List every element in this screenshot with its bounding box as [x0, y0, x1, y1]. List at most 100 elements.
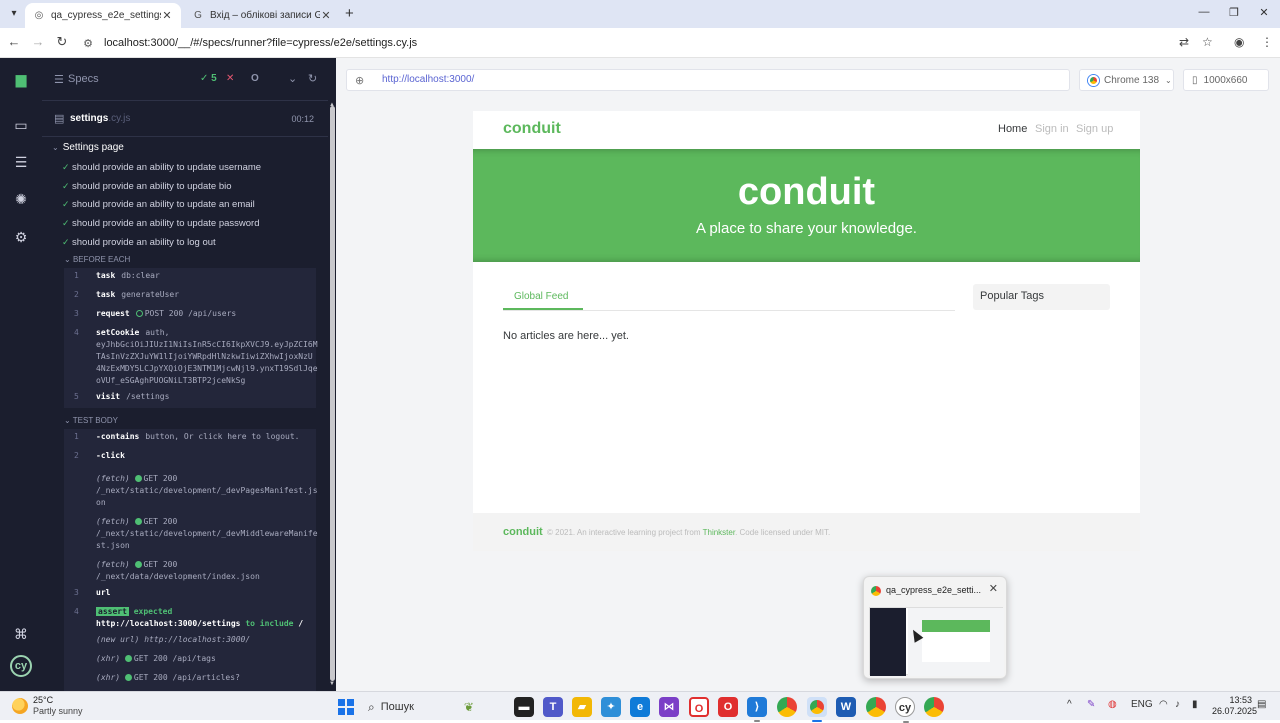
weather-description[interactable]: Partly sunny — [33, 706, 83, 716]
language-indicator[interactable]: ENG — [1131, 699, 1153, 710]
reload-icon[interactable]: ↻ — [54, 34, 70, 50]
command-row[interactable]: (xhr) GET 200 /api/articles? — [64, 672, 316, 691]
rerun-icon[interactable]: ↻ — [308, 72, 317, 85]
bookmark-star-icon[interactable]: ☆ — [1202, 35, 1213, 49]
debug-icon[interactable]: ✺ — [11, 189, 31, 209]
close-preview-icon[interactable]: ✕ — [989, 582, 998, 595]
target-icon[interactable]: ⊕ — [355, 74, 364, 87]
close-tab-icon[interactable]: ✕ — [320, 9, 332, 22]
restore-icon[interactable]: ❐ — [1226, 6, 1242, 19]
browser-tab-inactive[interactable]: G Вхід – облікові записи Google ✕ — [184, 3, 340, 28]
assert-row[interactable]: 4 assert expected http://localhost:3000/se… — [64, 604, 316, 634]
clock-date[interactable]: 26.07.2025 — [1212, 706, 1257, 716]
command-row[interactable]: 4 setCookie auth, eyJhbGciOiJIUzI1NiIsInR5c… — [64, 327, 318, 391]
address-bar[interactable]: ⚙ localhost:3000/__/#/specs/runner?file=… — [78, 31, 1228, 55]
footer-brand[interactable]: conduit — [503, 526, 543, 538]
notifications-icon[interactable]: ▤ — [1257, 699, 1266, 710]
site-info-icon[interactable]: ⚙ — [78, 37, 98, 50]
browser-tab-active[interactable]: ◎ qa_cypress_e2e_settings_pom_ ✕ — [25, 3, 181, 28]
address-url[interactable]: localhost:3000/__/#/specs/runner?file=cy… — [104, 37, 417, 49]
tray-overflow-icon[interactable]: ^ — [1067, 699, 1072, 710]
specs-list-icon[interactable]: ☰ — [11, 152, 31, 172]
command-row[interactable]: 1 task db:clear — [64, 270, 316, 289]
cypress-project-icon[interactable]: ▆ — [11, 69, 31, 89]
command-row[interactable]: (xhr) GET 200 /api/tags — [64, 653, 316, 672]
nav-sign-up[interactable]: Sign up — [1076, 123, 1113, 135]
thinkster-link[interactable]: Thinkster — [703, 528, 735, 537]
weather-sun-icon[interactable] — [12, 698, 28, 714]
test-body-label[interactable]: ⌄ TEST BODY — [64, 416, 118, 425]
close-tab-icon[interactable]: ✕ — [161, 9, 173, 22]
nav-sign-in[interactable]: Sign in — [1035, 123, 1069, 135]
vscode-app-icon[interactable]: ⟩ — [747, 697, 767, 722]
file-explorer-app-icon[interactable]: ▰ — [572, 697, 592, 717]
command-row[interactable]: (new url) http://localhost:3000/ — [64, 634, 316, 653]
forward-icon[interactable]: → — [30, 34, 46, 49]
opera-app-icon[interactable]: O — [689, 697, 709, 717]
aut-url[interactable]: http://localhost:3000/ — [382, 74, 474, 85]
test-item[interactable]: ✓ should provide an ability to update use… — [62, 158, 324, 177]
aut-url-bar[interactable]: ⊕ http://localhost:3000/ — [346, 69, 1070, 91]
command-row[interactable]: 2 task generateUser — [64, 289, 316, 308]
close-window-icon[interactable]: ✕ — [1256, 6, 1272, 19]
browser-selector[interactable]: Chrome 138 ⌄ — [1079, 69, 1174, 91]
browser-menu-icon[interactable]: ⋮ — [1261, 35, 1273, 49]
weather-temperature[interactable]: 25°C — [33, 695, 53, 705]
profile-icon[interactable]: ◉ — [1234, 35, 1244, 49]
nav-home[interactable]: Home — [998, 123, 1027, 135]
volume-icon[interactable]: ♪ — [1175, 699, 1180, 710]
chrome-second-app-icon[interactable] — [924, 697, 944, 717]
battery-icon[interactable]: ▮ — [1192, 699, 1198, 710]
teams-app-icon[interactable]: T — [543, 697, 563, 717]
specs-label[interactable]: Specs — [68, 73, 99, 85]
before-each-label[interactable]: ⌄ BEFORE EACH — [64, 255, 130, 264]
tray-app-icon[interactable]: ◍ — [1108, 699, 1117, 710]
chevron-down-icon[interactable]: ⌄ — [288, 72, 297, 85]
minimize-icon[interactable]: — — [1196, 6, 1212, 18]
word-app-icon[interactable]: W — [836, 697, 856, 717]
visual-studio-app-icon[interactable]: ⋈ — [659, 697, 679, 717]
taskbar-search[interactable]: ⌕ Пошук ❦ — [368, 697, 508, 717]
suite-title[interactable]: ⌄ Settings page — [52, 142, 124, 153]
translate-icon[interactable]: ⇄ — [1179, 35, 1189, 49]
back-icon[interactable]: ← — [6, 34, 22, 49]
command-row[interactable]: 2 -click — [64, 450, 316, 469]
preview-image[interactable] — [869, 607, 1004, 676]
test-item[interactable]: ✓ should provide an ability to log out — [62, 233, 324, 252]
taskbar-window-preview[interactable]: qa_cypress_e2e_setti... ✕ — [863, 576, 1007, 679]
command-row[interactable]: 3 url — [64, 585, 316, 604]
navbar-brand[interactable]: conduit — [503, 120, 561, 138]
copilot-app-icon[interactable]: ✦ — [601, 697, 621, 717]
tab-search-icon[interactable]: ▾ — [6, 6, 22, 22]
command-row[interactable]: 3 request POST 200 /api/users — [64, 308, 316, 327]
scrollbar-thumb[interactable] — [330, 106, 335, 681]
scroll-up-icon[interactable]: ▲ — [329, 102, 335, 108]
new-tab-icon[interactable]: + — [345, 5, 354, 22]
pen-icon[interactable]: ✎ — [1087, 699, 1095, 710]
test-item[interactable]: ✓ should provide an ability to update an … — [62, 195, 324, 214]
viewport-info[interactable]: ▯ 1000x660 — [1183, 69, 1269, 91]
settings-gear-icon[interactable]: ⚙ — [11, 227, 31, 247]
clock-time[interactable]: 13:53 — [1218, 695, 1252, 705]
opera-gx-app-icon[interactable]: O — [718, 697, 738, 717]
chrome-cypress-app-icon[interactable] — [807, 697, 827, 722]
windows-start-icon[interactable] — [338, 699, 354, 715]
file-manager-app-icon[interactable]: ▬ — [514, 697, 534, 717]
command-row[interactable]: (fetch) GET 200 /_next/data/development/i… — [64, 555, 316, 585]
chrome-profile-app-icon[interactable] — [866, 697, 886, 717]
specs-toggle-icon[interactable]: ☰ — [54, 73, 64, 86]
test-item[interactable]: ✓ should provide an ability to update pas… — [62, 214, 324, 233]
scroll-down-icon[interactable]: ▼ — [329, 681, 335, 687]
command-row[interactable]: (fetch) GET 200 /_next/static/development… — [64, 512, 318, 555]
runs-icon[interactable]: ▭ — [11, 115, 31, 135]
spec-file-header[interactable]: ▤ settings.cy.js 00:12 — [42, 108, 328, 130]
test-item[interactable]: ✓ should provide an ability to update bio — [62, 177, 324, 196]
chrome-app-icon[interactable] — [777, 697, 797, 717]
global-feed-tab[interactable]: Global Feed — [514, 291, 568, 302]
command-row[interactable]: (fetch) GET 200 /_next/static/development… — [64, 469, 318, 512]
wifi-icon[interactable]: ◠ — [1159, 699, 1168, 710]
keyboard-shortcuts-icon[interactable]: ⌘ — [11, 624, 31, 644]
command-row[interactable]: 1 -contains button, Or click here to logou… — [64, 431, 316, 450]
edge-app-icon[interactable]: e — [630, 697, 650, 717]
command-row[interactable]: 5 visit/settings — [64, 391, 316, 410]
